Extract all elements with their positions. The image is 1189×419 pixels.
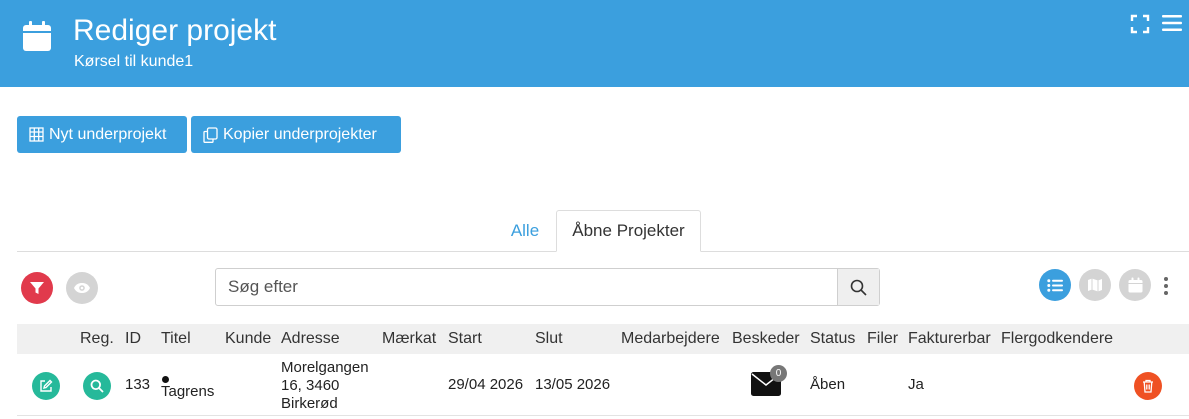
column-label[interactable]: Mærkat (382, 330, 436, 348)
column-employees[interactable]: Medarbejdere (621, 330, 720, 348)
table-grid-icon (29, 127, 44, 142)
visibility-toggle-button[interactable] (66, 272, 98, 304)
copy-icon (203, 126, 218, 143)
row-address: Morelgangen 16, 3460 Birkerød (281, 359, 369, 413)
app-header: Rediger projekt Kørsel til kunde1 (0, 0, 1189, 87)
row-billable: Ja (908, 376, 924, 393)
copy-subprojects-button[interactable]: Kopier underprojekter (191, 116, 401, 153)
map-icon (1088, 278, 1102, 292)
edit-button[interactable] (32, 372, 60, 400)
column-customer[interactable]: Kunde (225, 330, 271, 348)
list-view-button[interactable] (1039, 269, 1071, 301)
search-bar (215, 268, 880, 306)
row-start: 29/04 2026 (448, 376, 524, 393)
message-count-badge: 0 (770, 365, 787, 382)
column-reg[interactable]: Reg. (80, 330, 114, 348)
search-icon (850, 279, 867, 296)
filter-button[interactable] (21, 272, 53, 304)
row-id: 133 (125, 376, 151, 393)
address-line: Birkerød (281, 395, 338, 412)
map-view-button[interactable] (1079, 269, 1111, 301)
tab-open-projects[interactable]: Åbne Projekter (556, 210, 701, 252)
menu-icon[interactable] (1162, 14, 1182, 32)
search-input[interactable] (216, 269, 837, 305)
new-subproject-button[interactable]: Nyt underprojekt (17, 116, 187, 153)
filter-icon (30, 282, 44, 294)
page-title: Rediger projekt (73, 14, 277, 47)
edit-icon (40, 379, 53, 392)
row-end: 13/05 2026 (535, 376, 611, 393)
fullscreen-icon[interactable] (1130, 14, 1150, 34)
calendar-icon (1128, 277, 1142, 293)
search-button[interactable] (837, 269, 879, 305)
column-end[interactable]: Slut (535, 330, 563, 348)
column-files[interactable]: Filer (867, 330, 898, 348)
eye-icon (74, 283, 90, 293)
column-multi-approvers[interactable]: Flergodkendere (1001, 330, 1113, 348)
column-start[interactable]: Start (448, 330, 482, 348)
row-title[interactable]: Tagrens (161, 383, 214, 400)
column-id[interactable]: ID (125, 330, 141, 348)
trash-icon (1143, 379, 1153, 393)
more-options-icon[interactable] (1160, 277, 1172, 295)
address-line: Morelgangen (281, 359, 369, 376)
row-status: Åben (810, 376, 846, 393)
column-address[interactable]: Adresse (281, 330, 340, 348)
new-subproject-label: Nyt underprojekt (49, 125, 167, 143)
column-messages[interactable]: Beskeder (732, 330, 800, 348)
address-line: 16, 3460 (281, 377, 340, 394)
status-dot-icon (162, 376, 169, 383)
copy-subprojects-label: Kopier underprojekter (223, 125, 377, 143)
search-icon (90, 379, 104, 393)
page-subtitle: Kørsel til kunde1 (74, 53, 194, 70)
view-details-button[interactable] (83, 372, 111, 400)
tab-alle[interactable]: Alle (500, 210, 550, 252)
column-status[interactable]: Status (810, 330, 855, 348)
column-billable[interactable]: Fakturerbar (908, 330, 991, 348)
list-icon (1047, 278, 1063, 292)
calendar-view-button[interactable] (1119, 269, 1151, 301)
calendar-icon (23, 21, 51, 51)
column-title[interactable]: Titel (161, 330, 191, 348)
row-divider (17, 415, 1189, 416)
delete-button[interactable] (1134, 372, 1162, 400)
